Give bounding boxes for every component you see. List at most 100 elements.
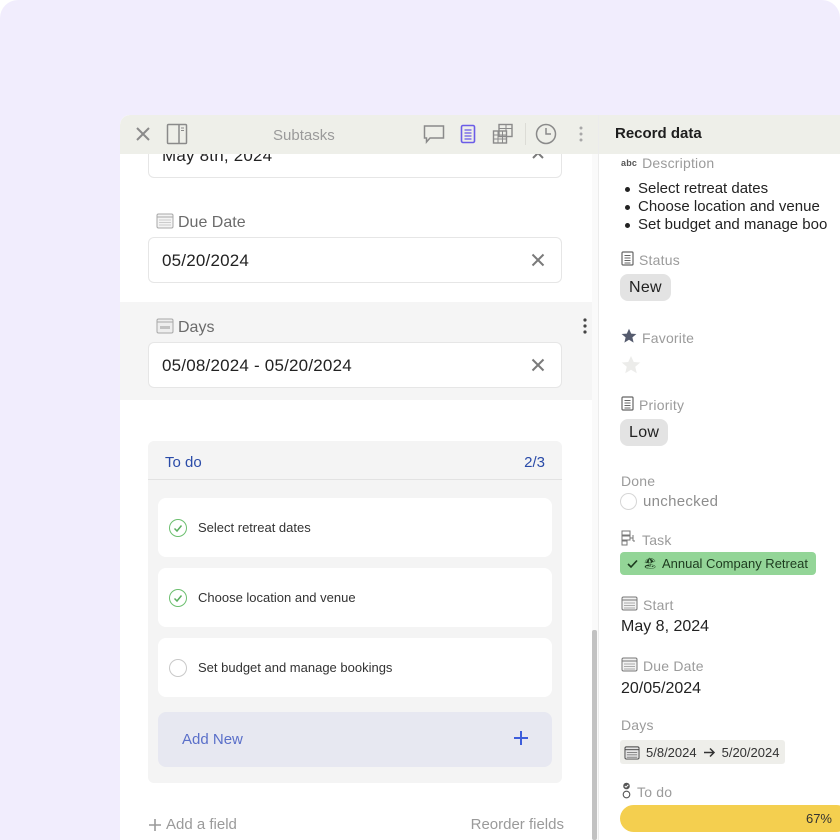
todo-header: To do 2/3 <box>148 441 562 480</box>
relation-icon <box>621 530 637 549</box>
plus-icon <box>512 729 530 747</box>
due-date-value: 05/20/2024 <box>162 251 250 270</box>
todo-progress-bar: 67% <box>620 805 840 832</box>
task-label-text: Task <box>642 531 672 548</box>
add-field-label: Add a field <box>166 816 237 833</box>
description-list: Select retreat dates Choose location and… <box>621 180 827 234</box>
toolbar: Subtasks <box>120 115 598 154</box>
record-data-header: Record data <box>599 115 840 154</box>
calendar-icon <box>621 595 638 614</box>
record-data-panel: Record data abc Description Select retre… <box>598 115 840 840</box>
priority-label-text: Priority <box>639 397 685 413</box>
clear-icon[interactable] <box>529 251 547 269</box>
add-new-todo-button[interactable]: Add New <box>158 712 552 767</box>
description-item: Choose location and venue <box>621 198 827 216</box>
task-link-chip[interactable]: 🏖 Annual Company Retreat <box>620 552 816 575</box>
subtasks-panel: May 8th, 2024 Subtasks Due Date 05/20/20… <box>120 115 598 840</box>
beach-emoji-icon: 🏖 <box>643 558 657 570</box>
todo-item-label: Choose location and venue <box>198 590 356 605</box>
star-field-icon <box>621 328 637 347</box>
unchecked-circle-icon[interactable] <box>620 493 637 510</box>
todo-item[interactable]: Select retreat dates <box>158 498 552 557</box>
favorite-star-icon[interactable] <box>621 355 641 380</box>
app-window: May 8th, 2024 Subtasks Due Date 05/20/20… <box>120 115 840 840</box>
status-label-text: Status <box>639 252 680 268</box>
check-icon <box>627 559 638 568</box>
days-from: 5/8/2024 <box>646 744 697 760</box>
calendar-icon <box>156 212 174 234</box>
favorite-label-text: Favorite <box>642 329 695 346</box>
start-value: May 8, 2024 <box>621 618 710 635</box>
due-date-field[interactable]: 05/20/2024 <box>148 237 562 283</box>
description-item: Select retreat dates <box>621 180 827 198</box>
select-field-icon <box>621 396 634 414</box>
days-range-chip: 5/8/2024 5/20/2024 <box>620 740 786 764</box>
table-icon[interactable] <box>492 123 514 145</box>
todo-item[interactable]: Choose location and venue <box>158 568 552 627</box>
days-label: Days <box>621 717 654 733</box>
field-options-icon[interactable] <box>582 317 588 340</box>
status-badge[interactable]: New <box>620 274 671 301</box>
done-value: unchecked <box>643 493 719 510</box>
days-label-text: Days <box>178 319 215 336</box>
todo-count: 2/3 <box>524 454 545 471</box>
reorder-fields-button[interactable]: Reorder fields <box>471 816 564 833</box>
record-data-title: Record data <box>615 125 702 142</box>
done-label-text: Done <box>621 473 656 489</box>
add-new-label: Add New <box>182 731 243 748</box>
status-label: Status <box>621 251 680 269</box>
todo-progress-text: 67% <box>805 811 832 826</box>
calendar-icon <box>621 656 638 675</box>
toolbar-title: Subtasks <box>273 127 335 144</box>
todo-label: To do <box>621 782 672 802</box>
plus-icon <box>149 818 161 831</box>
select-field-icon <box>621 251 634 269</box>
checked-circle-icon[interactable] <box>169 519 187 537</box>
done-label: Done <box>621 473 655 489</box>
comment-icon[interactable] <box>423 123 445 145</box>
todo-card: To do 2/3 Select retreat dates Choose lo… <box>148 441 562 783</box>
days-field-block: Days 05/08/2024 - 05/20/2024 <box>120 302 598 400</box>
done-checkbox[interactable]: unchecked <box>620 493 718 510</box>
description-label: abc Description <box>621 155 714 171</box>
start-label-text: Start <box>643 596 674 613</box>
days-label: Days <box>156 317 214 339</box>
days-value: 05/08/2024 - 05/20/2024 <box>162 356 352 375</box>
due-date-label: Due Date <box>156 212 246 234</box>
text-type-icon: abc <box>621 158 638 168</box>
priority-label: Priority <box>621 396 684 414</box>
due-date-label-text: Due Date <box>178 214 246 231</box>
todo-item[interactable]: Set budget and manage bookings <box>158 638 552 697</box>
unchecked-circle-icon[interactable] <box>169 659 187 677</box>
add-field-button[interactable]: Add a field <box>148 816 237 833</box>
days-field[interactable]: 05/08/2024 - 05/20/2024 <box>148 342 562 388</box>
favorite-label: Favorite <box>621 328 694 347</box>
task-label: Task <box>621 530 672 549</box>
checked-circle-icon[interactable] <box>169 589 187 607</box>
close-icon[interactable] <box>132 123 154 145</box>
due-date-label: Due Date <box>621 656 704 675</box>
todo-title: To do <box>165 454 202 471</box>
todo-item-label: Select retreat dates <box>198 520 311 535</box>
record-icon[interactable] <box>457 123 479 145</box>
toolbar-separator <box>525 123 526 145</box>
task-link-label: Annual Company Retreat <box>661 556 808 571</box>
clear-icon[interactable] <box>529 356 547 374</box>
due-date-label-text: Due Date <box>643 657 704 674</box>
description-label-text: Description <box>642 155 715 171</box>
history-icon[interactable] <box>535 123 557 145</box>
todo-label-text: To do <box>637 784 673 800</box>
checklist-icon <box>621 782 632 802</box>
field-actions: Add a field Reorder fields <box>120 815 598 840</box>
days-to: 5/20/2024 <box>721 744 780 760</box>
calendar-range-icon <box>156 317 174 339</box>
priority-badge[interactable]: Low <box>620 419 669 446</box>
sidebar-toggle-icon[interactable] <box>166 123 188 145</box>
due-date-value: 20/05/2024 <box>621 680 702 697</box>
description-item: Set budget and manage boo <box>621 216 827 234</box>
scrollbar-thumb[interactable] <box>592 630 597 840</box>
more-icon[interactable] <box>570 123 592 145</box>
days-label-text: Days <box>621 717 654 733</box>
calendar-icon <box>624 745 640 760</box>
arrow-right-icon <box>703 747 715 757</box>
